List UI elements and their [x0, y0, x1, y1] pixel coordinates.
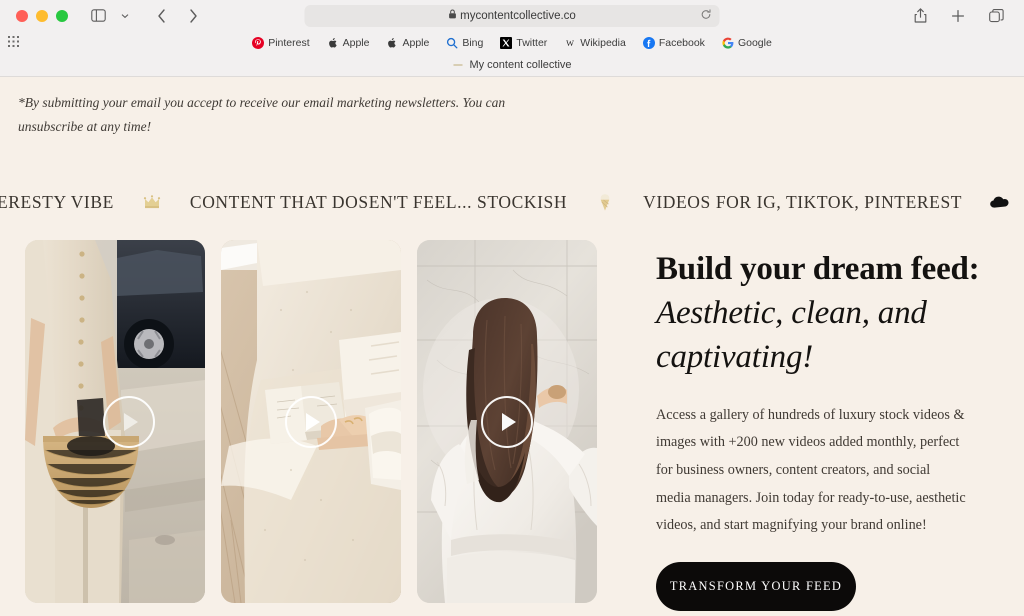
sidebar-controls: [86, 5, 137, 27]
window-traffic-lights: [10, 9, 68, 22]
twitter-x-icon: [500, 36, 513, 49]
svg-text:W: W: [566, 38, 574, 47]
plus-icon[interactable]: [946, 5, 970, 27]
favorite-apple-2[interactable]: Apple: [386, 37, 429, 49]
page-favicon: [452, 60, 463, 71]
play-icon[interactable]: [481, 395, 533, 448]
tab-bar: My content collective: [0, 54, 1024, 76]
marquee-item-0: HETIC & PINTERESTY VIBE: [0, 191, 114, 212]
page-title: Build your dream feed: Aesthetic, clean,…: [656, 248, 1008, 380]
marquee-banner: HETIC & PINTERESTY VIBE CONTENT THAT DOS…: [0, 174, 1024, 230]
address-bar-container: mycontentcollective.co: [304, 4, 720, 27]
favorite-facebook[interactable]: Facebook: [642, 36, 705, 49]
page-content: *By submitting your email you accept to …: [0, 77, 1024, 616]
favorite-label: Apple: [402, 36, 430, 49]
tab-my-content-collective[interactable]: My content collective: [442, 59, 581, 71]
share-icon[interactable]: [908, 5, 932, 27]
favorite-bing[interactable]: Bing: [446, 37, 483, 49]
play-icon[interactable]: [285, 395, 337, 448]
favorite-label: Google: [737, 36, 772, 49]
marquee-item-2: VIDEOS FOR IG, TIKTOK, PINTEREST: [643, 191, 963, 212]
video-carousel: [0, 240, 648, 611]
favorites-bar: Pinterest Apple Apple Bing Twitter W Wik…: [0, 31, 1024, 54]
tab-overview-icon[interactable]: [984, 5, 1008, 27]
address-bar-url: mycontentcollective.co: [460, 9, 576, 22]
apple-icon: [386, 37, 398, 49]
close-window-button[interactable]: [16, 9, 28, 22]
apple-icon: [327, 37, 339, 49]
toolbar-right-icons: [908, 5, 1014, 27]
favorite-label: Facebook: [658, 36, 705, 49]
app-grid-icon[interactable]: [8, 34, 19, 52]
newsletter-disclaimer: *By submitting your email you accept to …: [18, 95, 506, 134]
ice-cream-icon: [567, 191, 643, 213]
favorite-label: Twitter: [516, 36, 548, 49]
carousel-slide-1[interactable]: [25, 240, 205, 603]
carousel-slide-2[interactable]: [221, 240, 401, 603]
transform-your-feed-button[interactable]: TRANSFORM YOUR FEED: [656, 562, 856, 612]
favorite-apple-1[interactable]: Apple: [327, 36, 370, 49]
headline-bold: Build your dream feed:: [656, 251, 980, 287]
favorite-wikipedia[interactable]: W Wikipedia: [564, 36, 626, 49]
browser-toolbar: mycontentcollective.co: [0, 0, 1024, 31]
crown-icon: [114, 192, 190, 212]
headline-italic: Aesthetic, clean, and captivating!: [656, 294, 927, 375]
tab-title: My content collective: [469, 59, 572, 71]
minimize-window-button[interactable]: [36, 9, 48, 22]
favorite-pinterest[interactable]: Pinterest: [252, 36, 310, 49]
hero-copy: Build your dream feed: Aesthetic, clean,…: [648, 240, 1008, 612]
favorite-twitter[interactable]: Twitter: [500, 36, 548, 49]
sidebar-chevron-down-icon[interactable]: [113, 5, 137, 27]
favorite-label: Bing: [462, 36, 484, 49]
reload-icon[interactable]: [701, 8, 712, 23]
favorites-list: Pinterest Apple Apple Bing Twitter W Wik…: [252, 36, 772, 49]
facebook-icon: [642, 36, 655, 49]
zoom-window-button[interactable]: [56, 9, 68, 22]
favorite-label: Apple: [342, 36, 370, 49]
address-bar[interactable]: mycontentcollective.co: [304, 4, 720, 27]
back-chevron-icon[interactable]: [149, 5, 173, 27]
browser-chrome: mycontentcollective.co Pinterest Apple A…: [0, 0, 1024, 77]
favorite-google[interactable]: Google: [722, 37, 772, 49]
favorite-label: Pinterest: [268, 36, 310, 49]
forward-chevron-icon[interactable]: [181, 5, 205, 27]
google-icon: [722, 37, 734, 49]
play-icon[interactable]: [103, 395, 156, 448]
cloud-icon: [962, 193, 1024, 211]
navigation-controls: [149, 5, 205, 27]
bing-search-icon: [446, 37, 458, 49]
wikipedia-icon: W: [564, 37, 576, 49]
hero-body-text: Access a gallery of hundreds of luxury s…: [656, 406, 966, 534]
sidebar-icon[interactable]: [86, 5, 110, 27]
lock-icon: [448, 9, 456, 22]
marquee-item-1: CONTENT THAT DOSEN'T FEEL... STOCKISH: [189, 191, 568, 212]
hero-section: Build your dream feed: Aesthetic, clean,…: [0, 240, 1024, 612]
favorite-label: Wikipedia: [580, 36, 626, 49]
carousel-slide-3[interactable]: [417, 240, 597, 603]
pinterest-icon: [252, 36, 265, 49]
